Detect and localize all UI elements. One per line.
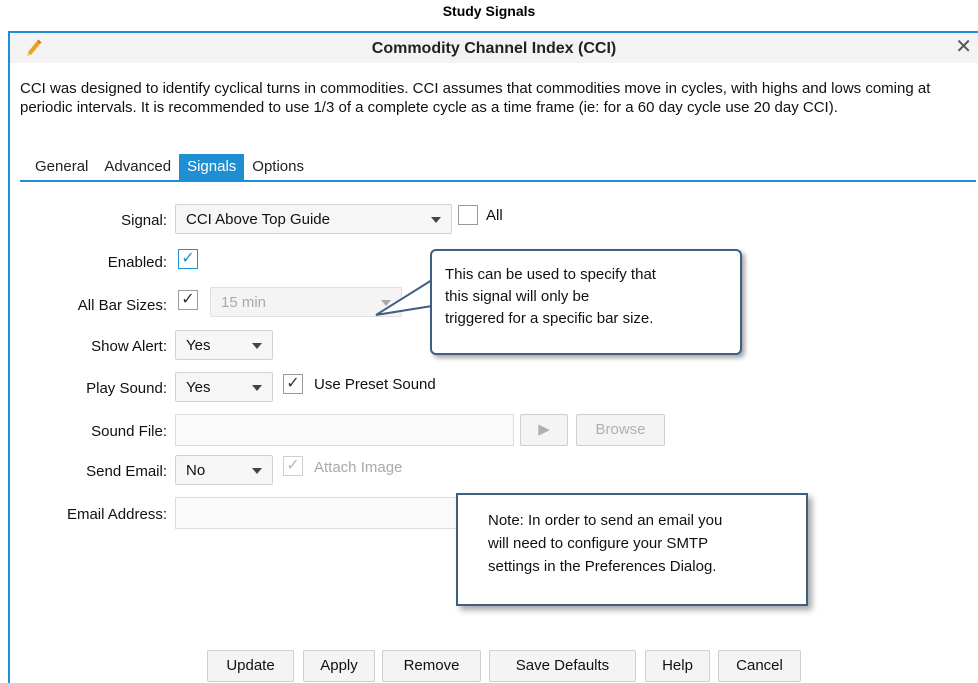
tab-options[interactable]: Options [244, 154, 312, 180]
use-preset-sound-label: Use Preset Sound [314, 376, 436, 393]
attach-image-label: Attach Image [314, 459, 403, 476]
sound-file-input[interactable] [175, 414, 514, 446]
save-defaults-button[interactable]: Save Defaults [489, 650, 636, 682]
send-email-label: Send Email: [86, 463, 167, 480]
send-email-select[interactable]: No [175, 455, 273, 485]
sound-file-label: Sound File: [91, 423, 167, 440]
help-button[interactable]: Help [645, 650, 710, 682]
note-line: settings in the Preferences Dialog. [488, 558, 717, 575]
send-email-select-value: No [186, 462, 206, 479]
signal-label: Signal: [121, 212, 167, 229]
note-line: will need to configure your SMTP [488, 535, 709, 552]
bar-size-select-value: 15 min [221, 294, 267, 311]
play-icon[interactable]: ▶ [520, 414, 568, 446]
chevron-down-icon [252, 343, 262, 349]
tab-underline [20, 180, 976, 182]
close-icon[interactable]: ✕ [955, 36, 972, 58]
enabled-checkbox[interactable]: ✓ [178, 249, 198, 269]
show-alert-select[interactable]: Yes [175, 330, 273, 360]
callout-line: This can be used to specify that [445, 266, 656, 283]
callout-line: triggered for a specific bar size. [445, 310, 654, 327]
tab-general[interactable]: General [27, 154, 96, 180]
study-description: CCI was designed to identify cyclical tu… [20, 80, 931, 116]
signal-select-value: CCI Above Top Guide [186, 211, 330, 228]
email-address-label: Email Address: [66, 506, 167, 523]
play-sound-label: Play Sound: [86, 380, 167, 397]
apply-button[interactable]: Apply [303, 650, 375, 682]
update-button[interactable]: Update [207, 650, 294, 682]
bar-size-callout: This can be used to specify that this si… [430, 249, 742, 355]
all-signals-checkbox[interactable] [458, 205, 478, 225]
signal-select[interactable]: CCI Above Top Guide [175, 204, 452, 234]
email-address-input[interactable] [175, 497, 465, 529]
cancel-button[interactable]: Cancel [718, 650, 801, 682]
page-caption: Study Signals [442, 3, 536, 19]
note-line: Note: In order to send an email you [488, 512, 723, 529]
tab-strip: General Advanced Signals Options [27, 154, 312, 180]
email-note: Note: In order to send an email you will… [456, 493, 808, 606]
use-preset-sound-checkbox[interactable]: ✓ [283, 374, 303, 394]
all-bar-sizes-label: All Bar Sizes: [77, 297, 167, 314]
attach-image-checkbox: ✓ [283, 456, 303, 476]
enabled-label: Enabled: [107, 254, 167, 271]
all-signals-label: All [486, 207, 503, 224]
play-sound-select-value: Yes [186, 379, 211, 396]
play-sound-select[interactable]: Yes [175, 372, 273, 402]
chevron-down-icon [431, 217, 441, 223]
remove-button[interactable]: Remove [382, 650, 481, 682]
all-bar-sizes-checkbox[interactable]: ✓ [178, 290, 198, 310]
tab-signals[interactable]: Signals [179, 154, 245, 180]
browse-button[interactable]: Browse [576, 414, 665, 446]
dialog-title: Commodity Channel Index (CCI) [371, 40, 617, 57]
show-alert-select-value: Yes [186, 337, 211, 354]
chevron-down-icon [252, 385, 262, 391]
tab-advanced[interactable]: Advanced [96, 154, 179, 180]
dialog-titlebar: Commodity Channel Index (CCI) ✕ [10, 33, 978, 63]
show-alert-label: Show Alert: [91, 338, 167, 355]
chevron-down-icon [252, 468, 262, 474]
callout-line: this signal will only be [445, 288, 590, 305]
